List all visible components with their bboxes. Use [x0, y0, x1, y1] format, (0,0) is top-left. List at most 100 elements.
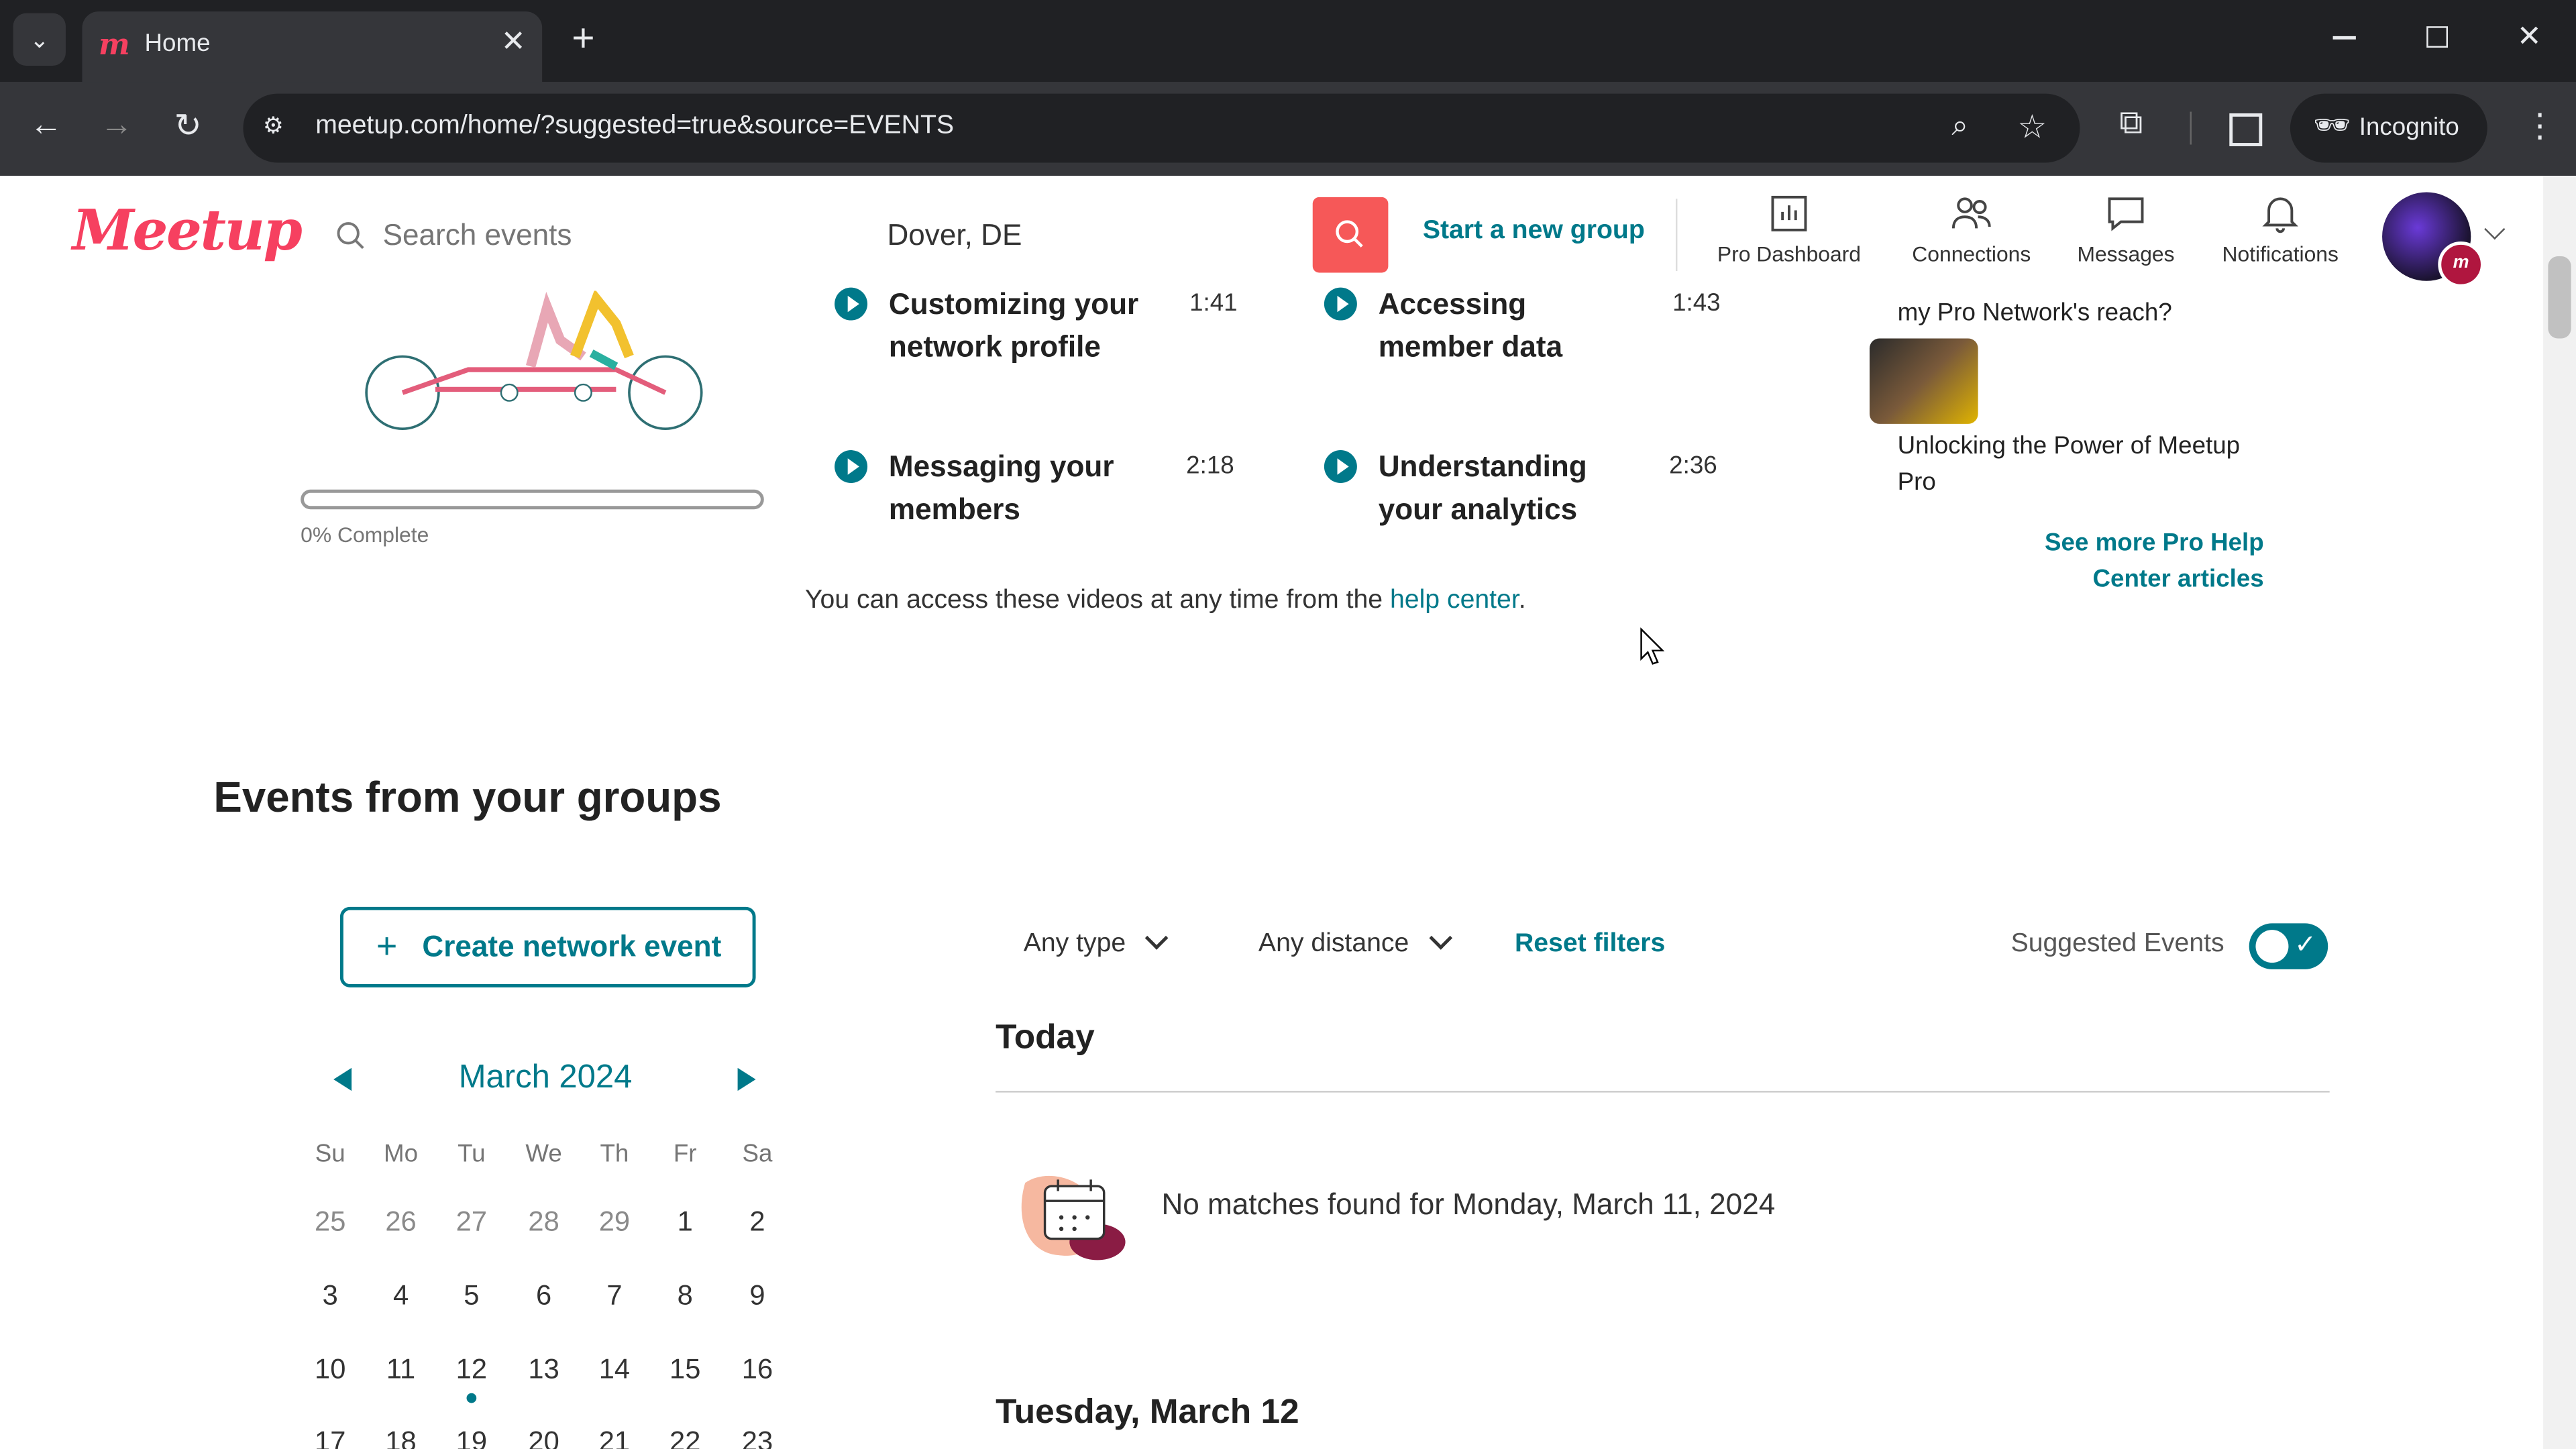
play-icon[interactable] — [835, 287, 868, 321]
bookmark-star-icon[interactable]: ☆ — [2017, 107, 2047, 148]
play-icon[interactable] — [835, 450, 868, 484]
header-divider — [1675, 199, 1678, 272]
close-tab-icon[interactable]: ✕ — [501, 25, 526, 59]
video-link-understanding-analytics[interactable]: Understanding your analytics — [1379, 445, 1587, 531]
connections-label: Connections — [1912, 241, 2031, 266]
incognito-badge[interactable]: 🕶 Incognito — [2290, 93, 2487, 163]
calendar-day[interactable]: 5 — [439, 1280, 504, 1313]
calendar-day[interactable]: 21 — [582, 1426, 647, 1449]
calendar-day[interactable]: 22 — [652, 1426, 718, 1449]
page-scrollbar[interactable] — [2543, 176, 2576, 1449]
pro-dashboard-label: Pro Dashboard — [1717, 241, 1862, 266]
toggle-knob — [2255, 930, 2289, 963]
calendar-day[interactable]: 6 — [511, 1280, 577, 1313]
pro-help-question[interactable]: my Pro Network's reach? — [1898, 299, 2172, 327]
nav-notifications[interactable]: Notifications — [2208, 193, 2353, 266]
filter-any-type[interactable]: Any type — [1024, 926, 1169, 959]
calendar-day[interactable]: 11 — [368, 1354, 434, 1387]
search-bar[interactable]: Search events Dover, DE — [329, 202, 1314, 268]
avatar-badge: m — [2438, 241, 2484, 288]
address-bar[interactable]: ⚙ meetup.com/home/?suggested=true&source… — [243, 93, 2080, 163]
browser-tab-home[interactable]: m Home ✕ — [82, 11, 543, 83]
see-more-pro-help-link[interactable]: See more Pro Help Center articles — [1972, 526, 2264, 598]
start-new-group-link[interactable]: Start a new group — [1423, 217, 1645, 246]
location-input[interactable]: Dover, DE — [887, 219, 1022, 253]
tab-list-chevron-icon[interactable]: ⌄ — [13, 13, 66, 66]
calendar-day[interactable]: 8 — [652, 1280, 718, 1313]
reload-icon[interactable]: ↻ — [174, 105, 202, 146]
meetup-favicon-icon: m — [98, 28, 130, 63]
side-panel-icon[interactable] — [2229, 113, 2263, 146]
screen: ⌄ m Home ✕ + ✕ ← → ↻ ⚙ meetup.com/home/?… — [0, 0, 2576, 1449]
video-duration: 1:43 — [1672, 289, 1721, 317]
meetup-logo[interactable]: Meetup — [72, 199, 303, 264]
calendar-day[interactable]: 12 — [439, 1354, 504, 1387]
search-input[interactable]: Search events — [383, 219, 572, 253]
extensions-icon[interactable]: ⧉ — [2119, 105, 2143, 143]
calendar-day[interactable]: 18 — [368, 1426, 434, 1449]
suggested-events-toggle[interactable]: ✓ — [2249, 923, 2328, 969]
pro-article-title[interactable]: Unlocking the Power of Meetup Pro — [1898, 429, 2259, 501]
filter-any-distance[interactable]: Any distance — [1258, 926, 1452, 959]
browser-menu-icon[interactable]: ⋮ — [2524, 105, 2557, 146]
suggested-events-label: Suggested Events — [2010, 930, 2224, 958]
calendar-day[interactable]: 25 — [297, 1206, 363, 1239]
calendar-day[interactable]: 29 — [582, 1206, 647, 1239]
calendar-day[interactable]: 28 — [511, 1206, 577, 1239]
calendar-day[interactable]: 1 — [652, 1206, 718, 1239]
nav-messages[interactable]: Messages — [2067, 193, 2185, 266]
zoom-icon[interactable]: ⌕ — [1951, 109, 1968, 143]
search-button[interactable] — [1312, 197, 1389, 273]
calendar-day[interactable]: 16 — [724, 1354, 790, 1387]
video-title-line2: members — [888, 492, 1020, 526]
close-window-icon[interactable]: ✕ — [2517, 19, 2542, 54]
calendar-day[interactable]: 17 — [297, 1426, 363, 1449]
nav-pro-dashboard[interactable]: Pro Dashboard — [1709, 193, 1870, 266]
calendar-day[interactable]: 2 — [724, 1206, 790, 1239]
calendar-day[interactable]: 3 — [297, 1280, 363, 1313]
reset-filters-link[interactable]: Reset filters — [1515, 930, 1665, 959]
calendar-day[interactable]: 9 — [724, 1280, 790, 1313]
create-network-event-button[interactable]: + Create network event — [339, 906, 756, 987]
new-tab-button[interactable]: + — [572, 16, 594, 62]
minimize-icon[interactable] — [2332, 36, 2356, 40]
restore-icon[interactable] — [2426, 26, 2449, 48]
nav-connections[interactable]: Connections — [1896, 193, 2047, 266]
calendar-day[interactable]: 20 — [511, 1426, 577, 1449]
site-info-icon[interactable]: ⚙ — [263, 112, 292, 142]
video-link-accessing-member-data[interactable]: Accessing member data — [1379, 282, 1562, 368]
next-month-arrow-icon[interactable] — [737, 1067, 756, 1091]
calendar-day[interactable]: 13 — [511, 1354, 577, 1387]
calendar-day[interactable]: 15 — [652, 1354, 718, 1387]
calendar-day[interactable]: 23 — [724, 1426, 790, 1449]
video-title-line1: Messaging your — [888, 450, 1114, 484]
video-duration: 1:41 — [1189, 289, 1238, 317]
forward-icon[interactable]: → — [100, 107, 133, 144]
messages-icon — [2108, 197, 2144, 231]
video-duration: 2:36 — [1669, 451, 1717, 480]
calendar-day[interactable]: 19 — [439, 1426, 504, 1449]
chevron-down-icon — [1145, 926, 1169, 950]
calendar-day[interactable]: 7 — [582, 1280, 647, 1313]
url-text[interactable]: meetup.com/home/?suggested=true&source=E… — [315, 112, 954, 142]
empty-calendar-icon — [1021, 1175, 1126, 1260]
search-button-icon — [1336, 220, 1363, 248]
video-link-messaging-members[interactable]: Messaging your members — [889, 445, 1114, 531]
calendar-day[interactable]: 27 — [439, 1206, 504, 1239]
browser-toolbar: ← → ↻ ⚙ meetup.com/home/?suggested=true&… — [0, 82, 2576, 176]
calendar-day[interactable]: 4 — [368, 1280, 434, 1313]
pro-article-thumbnail[interactable] — [1869, 338, 1978, 424]
play-icon[interactable] — [1324, 287, 1357, 321]
page-scrollbar-thumb[interactable] — [2548, 256, 2571, 339]
incognito-label: Incognito — [2359, 113, 2459, 142]
calendar-day[interactable]: 26 — [368, 1206, 434, 1239]
prev-month-arrow-icon[interactable] — [333, 1067, 352, 1091]
play-icon[interactable] — [1324, 450, 1357, 484]
calendar-day[interactable]: 14 — [582, 1354, 647, 1387]
calendar-day[interactable]: 10 — [297, 1354, 363, 1387]
back-icon[interactable]: ← — [30, 107, 62, 144]
video-link-customizing-profile[interactable]: Customizing your network profile — [889, 282, 1138, 368]
weekday-header: Tu — [458, 1140, 486, 1169]
profile-chevron-down-icon[interactable] — [2484, 219, 2506, 240]
help-center-link[interactable]: help center — [1390, 586, 1519, 614]
